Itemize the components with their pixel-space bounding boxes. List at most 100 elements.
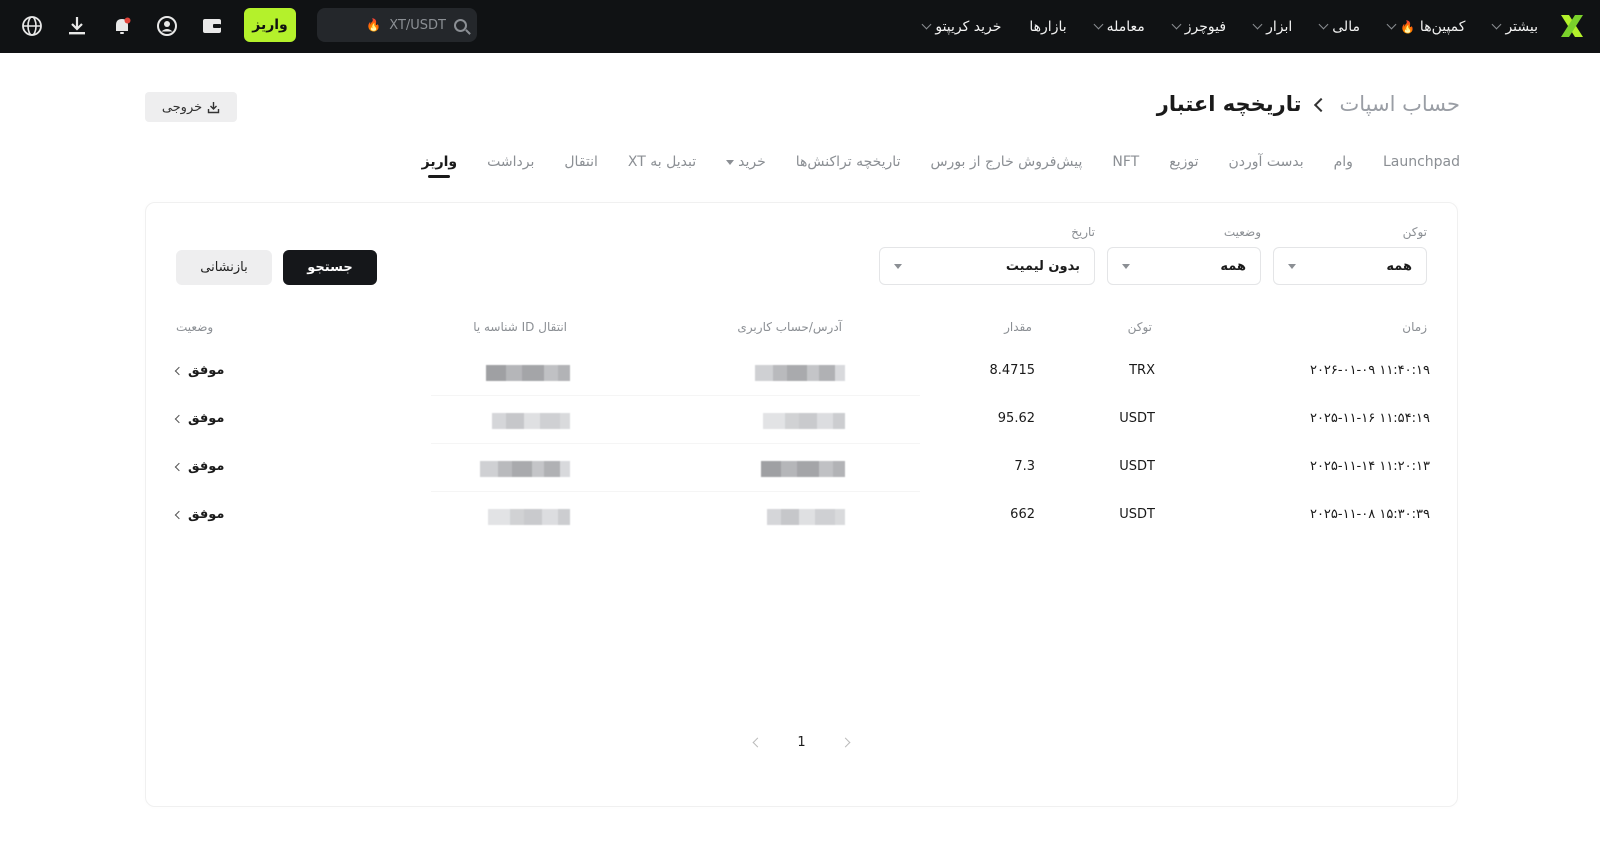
- chevron-down-icon: [1491, 19, 1502, 30]
- table-row[interactable]: ۲۰۲۶-۰۱-۰۹ ۱۱:۴۰:۱۹ TRX 8.4715 موفق: [174, 348, 1430, 396]
- tab[interactable]: تاریخچه تراکنش‌ها: [796, 154, 901, 178]
- nav-item[interactable]: مالی: [1318, 18, 1360, 35]
- download-icon[interactable]: [65, 14, 89, 38]
- nav-item-label: بازارها: [1029, 18, 1067, 35]
- row-status[interactable]: موفق: [174, 363, 225, 378]
- row-token: USDT: [1119, 507, 1155, 522]
- status-select[interactable]: همه: [1107, 247, 1261, 285]
- tab[interactable]: انتقال: [564, 154, 598, 178]
- row-address-redacted: [767, 509, 845, 525]
- tab-label: Launchpad: [1382, 154, 1460, 170]
- date-select-value: بدون لیمیت: [1005, 258, 1080, 274]
- col-header-amount: مقدار: [1004, 320, 1032, 334]
- history-tabs: واریز برداشت انتقال تبدیل به XT خرید تاریخچه …: [392, 154, 1460, 178]
- table-row[interactable]: ۲۰۲۵-۱۱-۱۴ ۱۱:۲۰:۱۳ USDT 7.3 موفق: [174, 444, 1430, 492]
- table-row[interactable]: ۲۰۲۵-۱۱-۰۸ ۱۵:۳۰:۳۹ USDT 662 موفق: [174, 492, 1430, 540]
- tab[interactable]: خرید: [726, 154, 766, 178]
- nav-item-label: ابزار: [1266, 18, 1293, 35]
- row-status[interactable]: موفق: [174, 507, 225, 522]
- token-select[interactable]: همه: [1273, 247, 1427, 285]
- tab[interactable]: بدست آوردن: [1229, 154, 1304, 178]
- prev-page-icon[interactable]: [752, 737, 763, 748]
- globe-icon[interactable]: [20, 14, 44, 38]
- user-icon[interactable]: [155, 14, 179, 38]
- nav-item-label: خرید کریپتو: [935, 18, 1002, 35]
- wallet-icon[interactable]: [200, 14, 224, 38]
- row-time: ۲۰۲۵-۱۱-۱۴ ۱۱:۲۰:۱۳: [1309, 459, 1430, 474]
- bell-icon[interactable]: [110, 14, 134, 38]
- search-input[interactable]: 🔥 XT/USDT: [317, 8, 477, 42]
- row-txid-redacted: [480, 461, 570, 477]
- table-row[interactable]: ۲۰۲۵-۱۱-۱۶ ۱۱:۵۴:۱۹ USDT 95.62 موفق: [174, 396, 1430, 444]
- dropdown-arrow-icon: [1288, 263, 1296, 269]
- row-amount: 8.4715: [989, 363, 1036, 378]
- xt-logo-icon[interactable]: [1558, 12, 1586, 40]
- tab[interactable]: واریز: [422, 154, 458, 178]
- tab-label: توزیع: [1169, 154, 1199, 170]
- nav-item[interactable]: فیوچرز: [1171, 19, 1226, 35]
- status-select-value: همه: [1220, 258, 1246, 274]
- row-txid-redacted: [492, 413, 570, 429]
- row-txid-redacted: [486, 365, 570, 381]
- nav-item[interactable]: کمپین‌ها 🔥: [1386, 19, 1465, 35]
- tab[interactable]: وام: [1334, 154, 1353, 178]
- date-select[interactable]: بدون لیمیت: [879, 247, 1095, 285]
- chevron-left-icon: [174, 366, 184, 375]
- nav-item-label: معامله: [1106, 18, 1145, 35]
- tab-label: انتقال: [564, 154, 598, 170]
- row-status[interactable]: موفق: [174, 459, 224, 474]
- reset-button[interactable]: بازنشانی: [176, 250, 272, 285]
- col-header-txid: شناسه یا ID انتقال: [473, 320, 567, 334]
- tab[interactable]: تبدیل به XT: [628, 154, 696, 178]
- col-header-time: زمان: [1402, 320, 1427, 334]
- token-filter-label: توکن: [1402, 225, 1427, 239]
- page-number[interactable]: 1: [797, 735, 805, 750]
- chevron-down-icon: [1386, 19, 1397, 30]
- tab-label: NFT: [1112, 154, 1140, 170]
- row-address-redacted: [763, 413, 845, 429]
- nav-item-label: مالی: [1332, 18, 1360, 35]
- row-token: USDT: [1119, 459, 1155, 474]
- dropdown-arrow-icon: [1122, 263, 1130, 269]
- search-button[interactable]: جستجو: [283, 250, 377, 285]
- export-label: خروجی: [161, 99, 203, 115]
- chevron-down-icon: [1171, 19, 1182, 30]
- history-card: توکن همه وضعیت همه تاریخ بدون لیمیت جستج…: [145, 202, 1458, 807]
- tab-label: تاریخچه تراکنش‌ها: [795, 154, 901, 170]
- fire-icon: 🔥: [366, 18, 382, 32]
- nav-item[interactable]: بازارها: [1029, 19, 1066, 35]
- chevron-left-icon: [174, 414, 184, 423]
- main-nav: خرید کریپتو بازارها معامله فیوچرز ابزار مالی ک…: [895, 0, 1538, 53]
- row-txid-redacted: [488, 509, 570, 525]
- status-label: موفق: [188, 411, 225, 426]
- caret-down-icon: [726, 159, 735, 165]
- export-icon: [207, 101, 220, 113]
- status-label: موفق: [188, 363, 225, 378]
- tab-label: پیش‌فروش خارج از بورس: [930, 154, 1083, 170]
- tab[interactable]: Launchpad: [1383, 154, 1460, 178]
- tab[interactable]: NFT: [1112, 154, 1139, 178]
- next-page-icon[interactable]: [840, 737, 851, 748]
- nav-item[interactable]: ابزار: [1252, 18, 1293, 35]
- date-filter-label: تاریخ: [1071, 225, 1095, 239]
- col-header-token: توکن: [1127, 320, 1152, 334]
- chevron-down-icon: [1093, 19, 1104, 30]
- tab-label: برداشت: [487, 154, 535, 170]
- nav-item[interactable]: خرید کریپتو: [921, 18, 1002, 35]
- tab[interactable]: پیش‌فروش خارج از بورس: [930, 154, 1082, 178]
- chevron-left-icon: [1313, 97, 1328, 113]
- tab-label: واریز: [421, 154, 458, 170]
- chevron-left-icon: [174, 510, 184, 519]
- dropdown-arrow-icon: [894, 263, 902, 269]
- nav-item[interactable]: بیشتر: [1491, 19, 1538, 35]
- deposit-button[interactable]: واریز: [244, 8, 296, 42]
- status-label: موفق: [188, 507, 225, 522]
- tab[interactable]: توزیع: [1169, 154, 1198, 178]
- export-button[interactable]: خروجی: [145, 92, 237, 122]
- tab[interactable]: برداشت: [487, 154, 534, 178]
- col-header-status: وضعیت: [176, 320, 214, 334]
- breadcrumb-root[interactable]: حساب اسپات: [1340, 92, 1461, 116]
- fire-icon: 🔥: [1399, 19, 1415, 34]
- row-status[interactable]: موفق: [174, 411, 225, 426]
- nav-item[interactable]: معامله: [1093, 18, 1145, 35]
